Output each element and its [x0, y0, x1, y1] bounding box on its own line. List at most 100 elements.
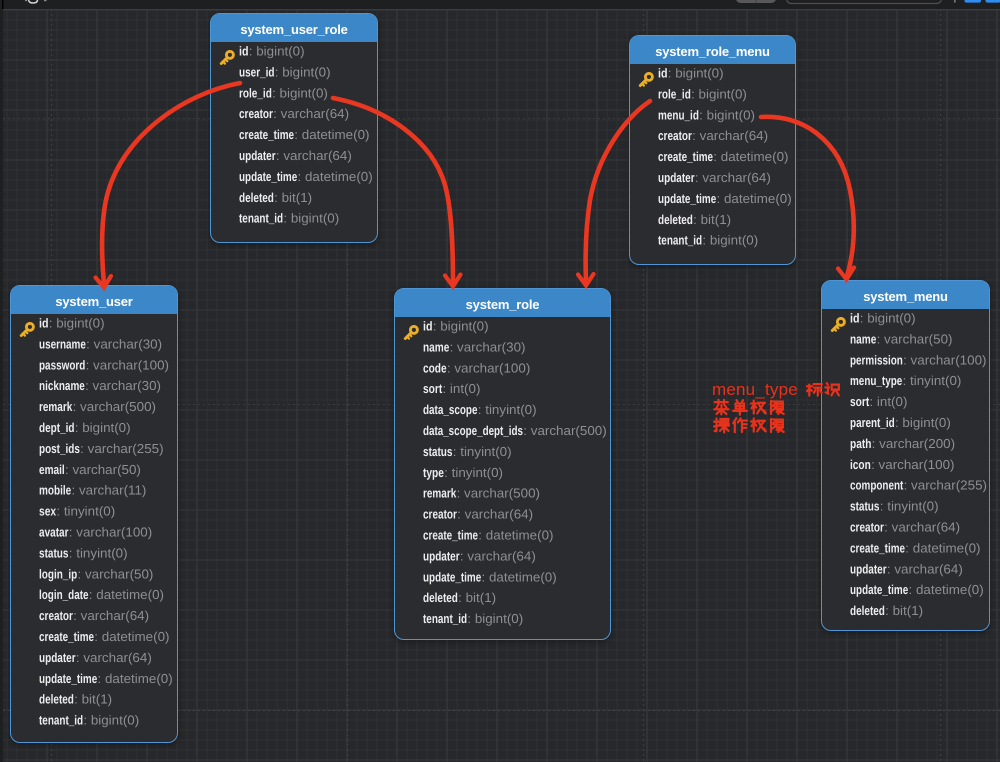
svg-text:: int(0): : int(0): [443, 381, 481, 396]
svg-text:: tinyint(0): : tinyint(0): [903, 373, 962, 388]
svg-text:creator: creator: [239, 106, 273, 121]
svg-text:: bigint(0): : bigint(0): [49, 316, 105, 331]
svg-text:creator: creator: [850, 520, 884, 535]
svg-text:post_ids: post_ids: [39, 441, 80, 456]
svg-text:: bit(1): : bit(1): [74, 692, 112, 707]
svg-text:component: component: [850, 478, 904, 493]
svg-text:: varchar(100): : varchar(100): [871, 457, 954, 472]
svg-text:: varchar(64): : varchar(64): [276, 148, 352, 163]
svg-text:: varchar(64): : varchar(64): [457, 507, 533, 522]
svg-text:: bigint(0): : bigint(0): [467, 611, 523, 626]
svg-text:: int(0): : int(0): [870, 394, 908, 409]
svg-text:user_id: user_id: [239, 64, 275, 79]
svg-text:: bigint(0): : bigint(0): [668, 66, 724, 81]
svg-text:status: status: [850, 499, 880, 514]
svg-text:login_date: login_date: [39, 587, 89, 602]
svg-text:permission: permission: [850, 352, 903, 367]
svg-text:: varchar(64): : varchar(64): [273, 106, 349, 121]
svg-text:status: status: [423, 444, 453, 459]
svg-text:: datetime(0): : datetime(0): [89, 587, 164, 602]
svg-text:: varchar(30): : varchar(30): [85, 378, 161, 393]
svg-text:: varchar(64): : varchar(64): [76, 650, 152, 665]
svg-text:id: id: [658, 66, 668, 81]
svg-text:: tinyint(0): : tinyint(0): [69, 545, 128, 560]
svg-text:id: id: [39, 316, 49, 331]
svg-text:email: email: [39, 462, 65, 477]
svg-text:avatar: avatar: [39, 525, 69, 540]
svg-text:: bit(1): : bit(1): [885, 603, 923, 618]
svg-text:: tinyint(0): : tinyint(0): [880, 499, 939, 514]
svg-text:menu_id: menu_id: [658, 107, 699, 122]
svg-text:: datetime(0): : datetime(0): [482, 569, 557, 584]
svg-text:updater: updater: [39, 650, 76, 665]
svg-text:create_time: create_time: [239, 127, 294, 142]
svg-text:update_time: update_time: [423, 569, 481, 584]
svg-text:: bigint(0): : bigint(0): [249, 44, 305, 59]
svg-text:: bigint(0): : bigint(0): [895, 415, 951, 430]
svg-text:type: type: [423, 465, 444, 480]
svg-text:deleted: deleted: [850, 603, 885, 618]
svg-text:: bit(1): : bit(1): [458, 590, 496, 605]
svg-text:: bigint(0): : bigint(0): [691, 86, 747, 101]
svg-text:role_id: role_id: [239, 85, 272, 100]
svg-text:: varchar(30): : varchar(30): [86, 336, 162, 351]
svg-text:role_id: role_id: [658, 86, 691, 101]
svg-text:code: code: [423, 360, 447, 375]
svg-text:: tinyint(0): : tinyint(0): [444, 465, 503, 480]
svg-text:remark: remark: [423, 486, 457, 501]
svg-text:: varchar(64): : varchar(64): [460, 548, 536, 563]
svg-text:sex: sex: [39, 504, 57, 519]
svg-text:path: path: [850, 436, 871, 451]
svg-text:update_time: update_time: [658, 191, 716, 206]
svg-text:: varchar(64): : varchar(64): [884, 520, 960, 535]
svg-text:name: name: [423, 339, 449, 354]
svg-text:: datetime(0): : datetime(0): [94, 629, 169, 644]
svg-text:update_time: update_time: [39, 671, 97, 686]
svg-text:creator: creator: [658, 128, 692, 143]
svg-text:: varchar(100): : varchar(100): [447, 360, 530, 375]
svg-text:update_time: update_time: [239, 169, 297, 184]
svg-text:creator: creator: [39, 608, 73, 623]
svg-text:: bigint(0): : bigint(0): [699, 107, 755, 122]
svg-text:name: name: [850, 331, 876, 346]
svg-text:: tinyint(0): : tinyint(0): [56, 504, 115, 519]
svg-text:deleted: deleted: [658, 212, 693, 227]
svg-text:: bigint(0): : bigint(0): [860, 311, 916, 326]
svg-text:create_time: create_time: [658, 149, 713, 164]
svg-text:: bit(1): : bit(1): [274, 190, 312, 205]
svg-text:icon: icon: [850, 457, 871, 472]
svg-text:updater: updater: [850, 561, 887, 576]
svg-text:: varchar(30): : varchar(30): [450, 339, 526, 354]
svg-text:deleted: deleted: [239, 190, 274, 205]
svg-text:dept_id: dept_id: [39, 420, 75, 435]
svg-text:: bigint(0): : bigint(0): [275, 64, 331, 79]
svg-text:: varchar(50): : varchar(50): [65, 462, 141, 477]
svg-text:: datetime(0): : datetime(0): [294, 127, 369, 142]
svg-text:tenant_id: tenant_id: [39, 713, 83, 728]
svg-text:: bigint(0): : bigint(0): [702, 233, 758, 248]
svg-text:: tinyint(0): : tinyint(0): [453, 444, 512, 459]
svg-text:password: password: [39, 357, 85, 372]
svg-text:: datetime(0): : datetime(0): [98, 671, 173, 686]
svg-text:data_scope: data_scope: [423, 402, 478, 417]
svg-text:: bigint(0): : bigint(0): [283, 211, 339, 226]
svg-text:: varchar(64): : varchar(64): [692, 128, 768, 143]
svg-text:: bigint(0): : bigint(0): [75, 420, 131, 435]
svg-text:: varchar(64): : varchar(64): [887, 561, 963, 576]
svg-text:sort: sort: [850, 394, 870, 409]
svg-text:id: id: [423, 319, 433, 334]
svg-text:remark: remark: [39, 399, 73, 414]
svg-text:: varchar(64): : varchar(64): [695, 170, 771, 185]
svg-text:menu_type: menu_type: [850, 373, 902, 388]
svg-text:username: username: [39, 336, 86, 351]
svg-text:login_ip: login_ip: [39, 566, 77, 581]
svg-text:: varchar(100): : varchar(100): [86, 357, 169, 372]
svg-text:: varchar(500): : varchar(500): [457, 486, 540, 501]
svg-text:: datetime(0): : datetime(0): [717, 191, 792, 206]
svg-text:: varchar(50): : varchar(50): [877, 331, 953, 346]
svg-text:: datetime(0): : datetime(0): [905, 540, 980, 555]
svg-text:updater: updater: [658, 170, 695, 185]
svg-text:: varchar(100): : varchar(100): [903, 352, 986, 367]
svg-text:creator: creator: [423, 507, 457, 522]
svg-text:status: status: [39, 545, 69, 560]
